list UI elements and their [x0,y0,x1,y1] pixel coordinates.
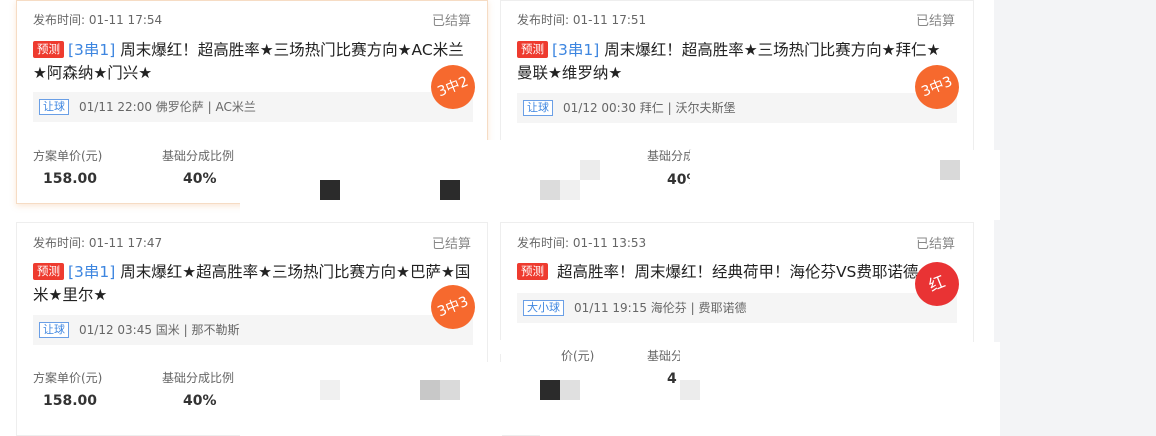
combo-tag: [3串1] [68,41,116,59]
mosaic-pixel [540,180,560,200]
mosaic-pixel [320,180,340,200]
status-label: 已结算 [432,237,472,252]
share-label: 基础分成 [647,149,696,163]
mosaic-pixel [540,380,560,400]
redaction-block [680,342,1000,436]
status-label: 已结算 [916,237,956,252]
redaction-block [240,362,502,436]
plan-title[interactable]: 预测 [3串1] 周末爆红！超高胜率★三场热门比赛方向★AC米兰 ★阿森纳★门兴★ [33,39,473,85]
prediction-tag: 预测 [33,41,64,58]
mosaic-pixel [940,160,960,180]
prediction-tag: 预测 [517,263,548,280]
share-label: 基础分成比例 [162,371,235,385]
mosaic-pixel [440,180,460,200]
redaction-block [500,340,560,354]
match-type-tag: 大小球 [523,300,564,316]
publish-time: 发布时间: 01-11 17:51 [517,13,647,27]
mosaic-pixel [680,380,700,400]
mosaic-pixel [420,380,440,400]
price-label: 方案单价(元) [33,371,103,385]
price-label: 方案单价(元) [33,149,103,163]
share-value: 40% [183,393,217,409]
match-info: 让球 01/11 22:00 佛罗伦萨 | AC米兰 [33,92,473,122]
prediction-tag: 预测 [517,41,548,58]
price-label: 价(元) [561,349,595,363]
match-info: 让球 01/12 03:45 国米 | 那不勒斯 [33,315,473,345]
right-panel [994,0,1156,436]
combo-tag: [3串1] [68,263,116,281]
mosaic-pixel [560,380,580,400]
match-type-tag: 让球 [39,322,69,338]
mosaic-pixel [560,180,580,200]
share-value: 4 [667,371,677,387]
mosaic-pixel [440,380,460,400]
publish-time: 发布时间: 01-11 17:47 [33,236,163,250]
plan-title[interactable]: 预测 [3串1] 周末爆红★超高胜率★三场热门比赛方向★巴萨★国 米★里尔★ [33,261,473,307]
share-label: 基础分成比例 [162,149,235,163]
publish-time: 发布时间: 01-11 13:53 [517,236,647,250]
status-label: 已结算 [916,14,956,29]
price-value: 158.00 [43,393,98,409]
match-info: 大小球 01/11 19:15 海伦芬 | 费耶诺德 [517,293,957,323]
match-type-tag: 让球 [523,100,553,116]
match-type-tag: 让球 [39,99,69,115]
combo-tag: [3串1] [552,41,600,59]
mosaic-pixel [320,380,340,400]
prediction-tag: 预测 [33,263,64,280]
price-value: 158.00 [43,171,98,187]
status-label: 已结算 [432,14,472,29]
share-label: 基础分 [647,349,684,363]
plan-title[interactable]: 预测 超高胜率！周末爆红！经典荷甲！海伦芬VS费耶诺德 [517,261,937,284]
mosaic-pixel [580,160,600,180]
publish-time: 发布时间: 01-11 17:54 [33,13,163,27]
redaction-block [540,404,710,436]
match-info: 让球 01/12 00:30 拜仁 | 沃尔夫斯堡 [517,93,957,123]
share-value: 40% [183,171,217,187]
plan-title[interactable]: 预测 [3串1] 周末爆红！超高胜率★三场热门比赛方向★拜仁★ 曼联★维罗纳★ [517,39,957,85]
